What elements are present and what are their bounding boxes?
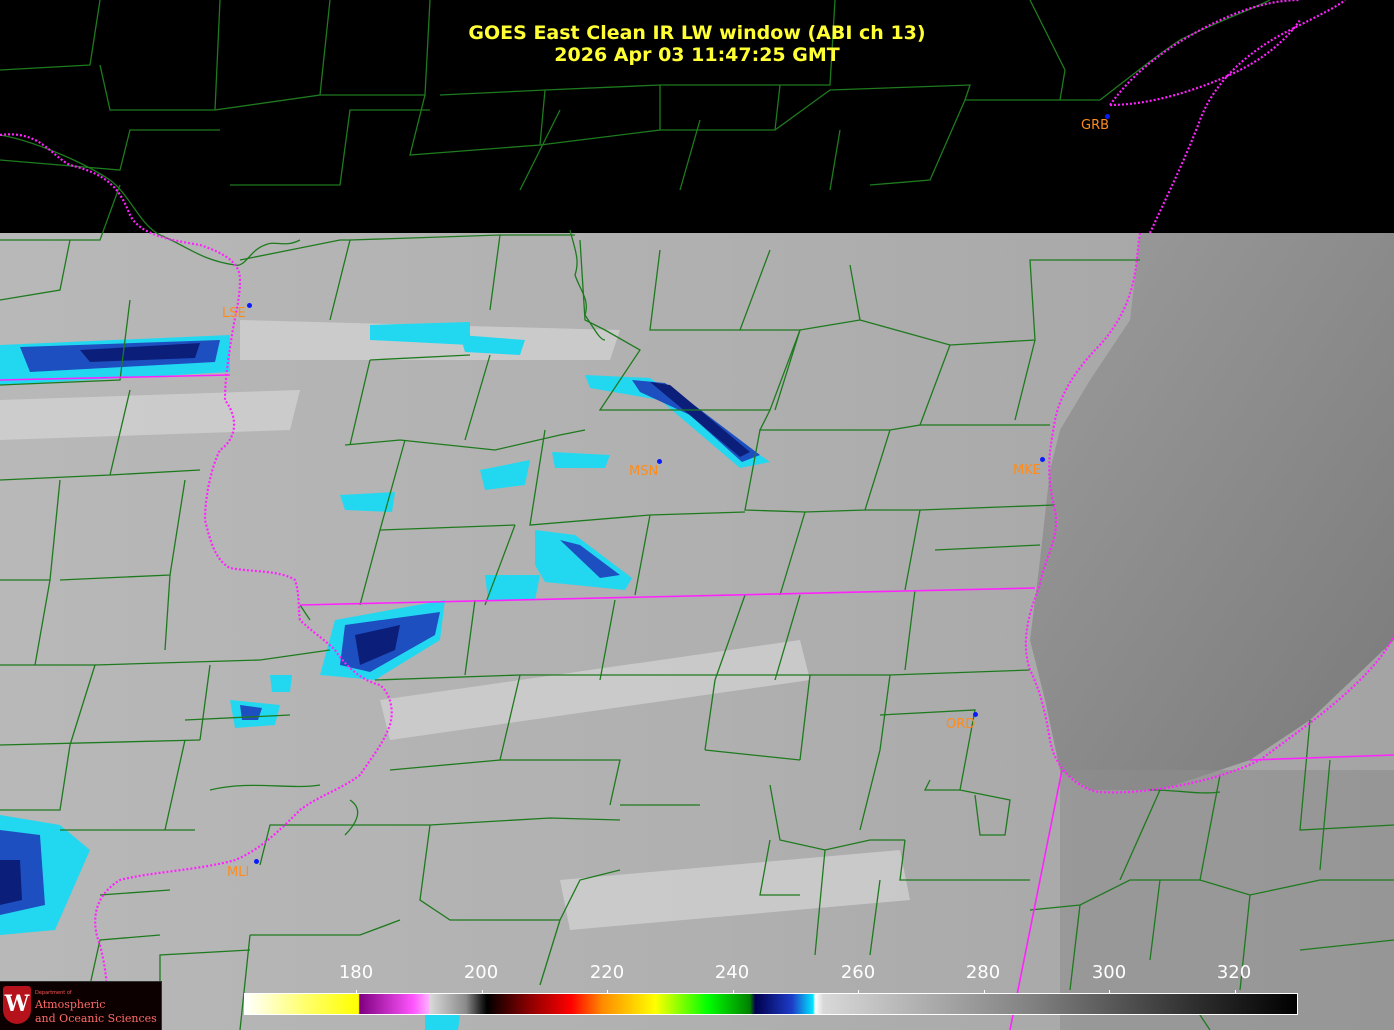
colorbar-tick-label: 300 (1091, 962, 1127, 983)
colorbar-tick (1235, 990, 1236, 994)
colorbar-tick-label: 240 (714, 962, 750, 983)
station-label: LSE (222, 306, 246, 321)
dark-land-se (1060, 770, 1394, 1030)
colorbar-tick-label: 200 (463, 962, 499, 983)
station-label: ORD (946, 717, 976, 732)
colorbar-tick-label: 320 (1216, 962, 1252, 983)
station-dot (247, 303, 252, 308)
colorbar-tick (356, 990, 357, 994)
satellite-map (0, 0, 1394, 1030)
colorbar-tick-label: 260 (840, 962, 876, 983)
station-dot (254, 859, 259, 864)
colorbar-tick (482, 990, 483, 994)
logo-line-2: and Oceanic Sciences (35, 1012, 157, 1025)
colorbar-tick (733, 990, 734, 994)
colorbar-tick (858, 990, 859, 994)
station-label: MLI (227, 865, 250, 880)
colorbar-tick-label: 220 (589, 962, 625, 983)
station-dot (1040, 457, 1045, 462)
logo-line-1: Atmospheric (35, 998, 106, 1011)
colorbar-tick (984, 990, 985, 994)
title-line-2: 2026 Apr 03 11:47:25 GMT (554, 44, 840, 66)
colorbar-tick-label: 180 (338, 962, 374, 983)
colorbar-tick (1109, 990, 1110, 994)
colorbar-tick (607, 990, 608, 994)
logo-dept: Department of (35, 990, 72, 996)
aos-logo: W Department of Atmospheric and Oceanic … (0, 981, 162, 1030)
station-label: GRB (1081, 118, 1110, 133)
station-label: MKE (1013, 463, 1041, 478)
colorbar-tick-label: 280 (965, 962, 1001, 983)
uw-seal-icon: W (3, 986, 31, 1024)
station-label: MSN (629, 464, 659, 479)
title-line-1: GOES East Clean IR LW window (ABI ch 13) (468, 22, 926, 44)
temperature-colorbar (244, 990, 1298, 1015)
